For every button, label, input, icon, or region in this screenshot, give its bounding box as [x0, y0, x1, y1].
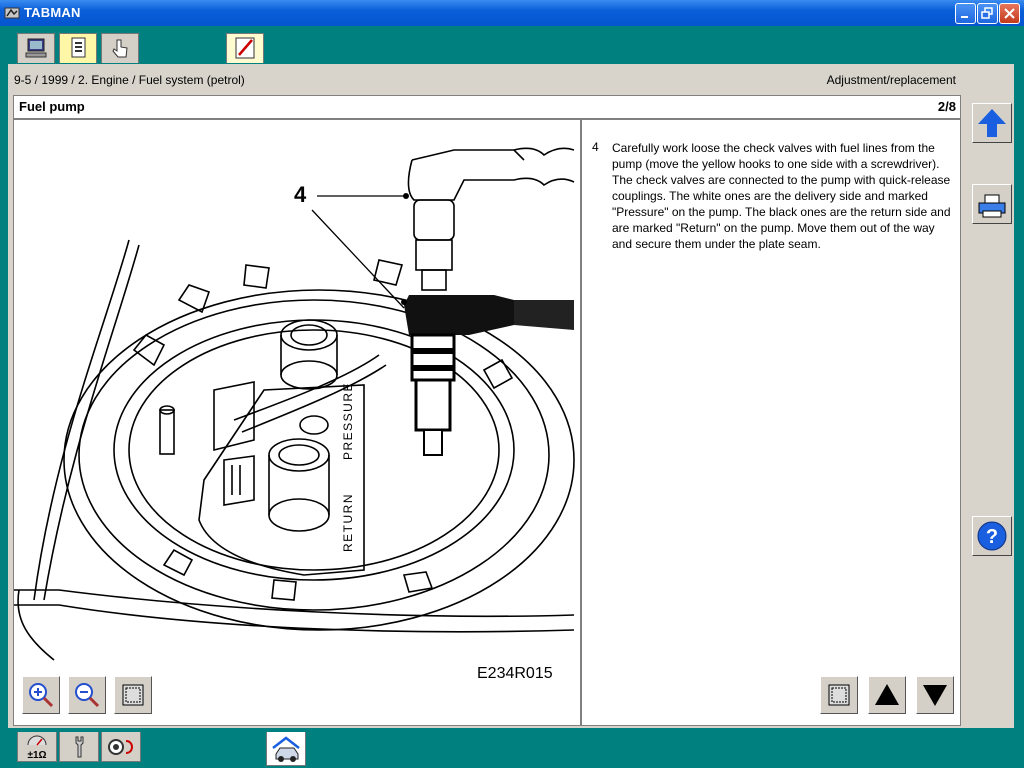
document-list-icon: [71, 37, 86, 58]
bottom-tab-bar: ±1Ω: [0, 728, 1024, 768]
zoom-out-button[interactable]: [68, 676, 106, 714]
close-button[interactable]: [999, 3, 1020, 24]
tab-diagnostics[interactable]: [101, 732, 141, 762]
restore-icon: [981, 7, 993, 19]
page-down-icon: [923, 685, 947, 706]
mode-label: Adjustment/replacement: [826, 73, 956, 87]
title-bar: TABMAN: [0, 0, 1024, 26]
figure-pane[interactable]: 4 PRESSURE RETURN E234R015: [14, 120, 582, 725]
hand-pointer-icon: [112, 39, 128, 58]
navigate-up-icon: [978, 109, 1006, 137]
tab-tools[interactable]: [59, 732, 99, 762]
minimize-icon: [961, 16, 968, 18]
page-indicator: 2/8: [937, 99, 956, 114]
diagnostic-icon: [108, 738, 133, 755]
tab-edit[interactable]: [226, 33, 264, 63]
figure-callout: 4: [294, 182, 307, 207]
fit-frame-icon: [828, 684, 850, 706]
tab-measure[interactable]: ±1Ω: [17, 732, 57, 762]
fit-text-button[interactable]: [820, 676, 858, 714]
tab-vehicle-home[interactable]: [266, 732, 306, 766]
main-content: 9-5 / 1999 / 2. Engine / Fuel system (pe…: [8, 64, 1014, 728]
zoom-in-icon: [29, 683, 54, 708]
panel-header: Fuel pump 2/8: [14, 96, 960, 120]
car-home-icon: [272, 735, 300, 762]
pen-icon: [235, 37, 255, 59]
tab-computer[interactable]: [17, 33, 55, 63]
navigate-up-button[interactable]: [972, 103, 1012, 143]
computer-icon: [25, 38, 47, 58]
help-button[interactable]: ?: [972, 516, 1012, 556]
breadcrumb: 9-5 / 1999 / 2. Engine / Fuel system (pe…: [14, 73, 245, 87]
window-title: TABMAN: [24, 5, 81, 20]
zoom-out-icon: [75, 683, 100, 708]
document-panel: Fuel pump 2/8 4 PRESSURE RETURN E234R015…: [13, 95, 961, 726]
app-icon: [4, 7, 20, 19]
page-title: Fuel pump: [19, 99, 85, 114]
help-label: ?: [986, 526, 998, 548]
fuel-pump-illustration: 4 PRESSURE RETURN: [14, 147, 575, 661]
meter-label: ±1Ω: [27, 750, 46, 761]
print-button[interactable]: [972, 184, 1012, 224]
restore-button[interactable]: [977, 3, 998, 24]
wrench-icon: [75, 736, 84, 757]
minimize-button[interactable]: [955, 3, 976, 24]
instruction-pane: 4 Carefully work loose the check valves …: [584, 120, 960, 725]
step-text: Carefully work loose the check valves wi…: [612, 141, 951, 251]
print-icon: [978, 194, 1006, 218]
page-up-button[interactable]: [868, 676, 906, 714]
fit-frame-icon: [122, 684, 144, 706]
page-down-button[interactable]: [916, 676, 954, 714]
page-up-icon: [875, 684, 899, 705]
return-label: RETURN: [341, 493, 355, 552]
tab-documents[interactable]: [59, 33, 97, 63]
meter-icon: ±1Ω: [27, 735, 47, 761]
pressure-label: PRESSURE: [341, 382, 355, 460]
close-icon: [1004, 8, 1015, 19]
help-icon: ?: [977, 521, 1007, 551]
step-number: 4: [592, 140, 599, 154]
fit-figure-button[interactable]: [114, 676, 152, 714]
figure-code: E234R015: [477, 665, 553, 682]
tab-pointer[interactable]: [101, 33, 139, 63]
zoom-in-button[interactable]: [22, 676, 60, 714]
top-tab-bar: [0, 26, 1024, 64]
